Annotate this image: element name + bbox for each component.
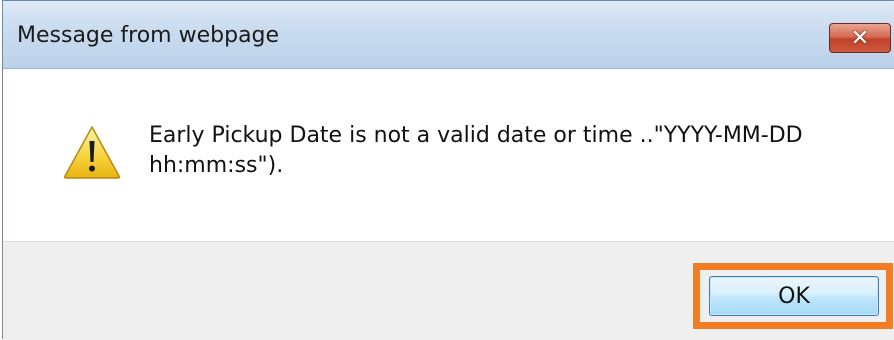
close-icon: ✕: [850, 25, 870, 51]
dialog-titlebar[interactable]: Message from webpage ✕: [3, 1, 894, 69]
dialog-title: Message from webpage: [17, 23, 280, 48]
message-dialog: Message from webpage ✕ Early Pickup Date…: [2, 0, 894, 340]
dialog-content: Early Pickup Date is not a valid date or…: [3, 69, 894, 241]
dialog-message: Early Pickup Date is not a valid date or…: [149, 123, 803, 178]
warning-icon: [63, 126, 121, 179]
dialog-footer: OK: [3, 241, 894, 340]
ok-button[interactable]: OK: [709, 276, 879, 316]
close-button[interactable]: ✕: [829, 23, 891, 53]
